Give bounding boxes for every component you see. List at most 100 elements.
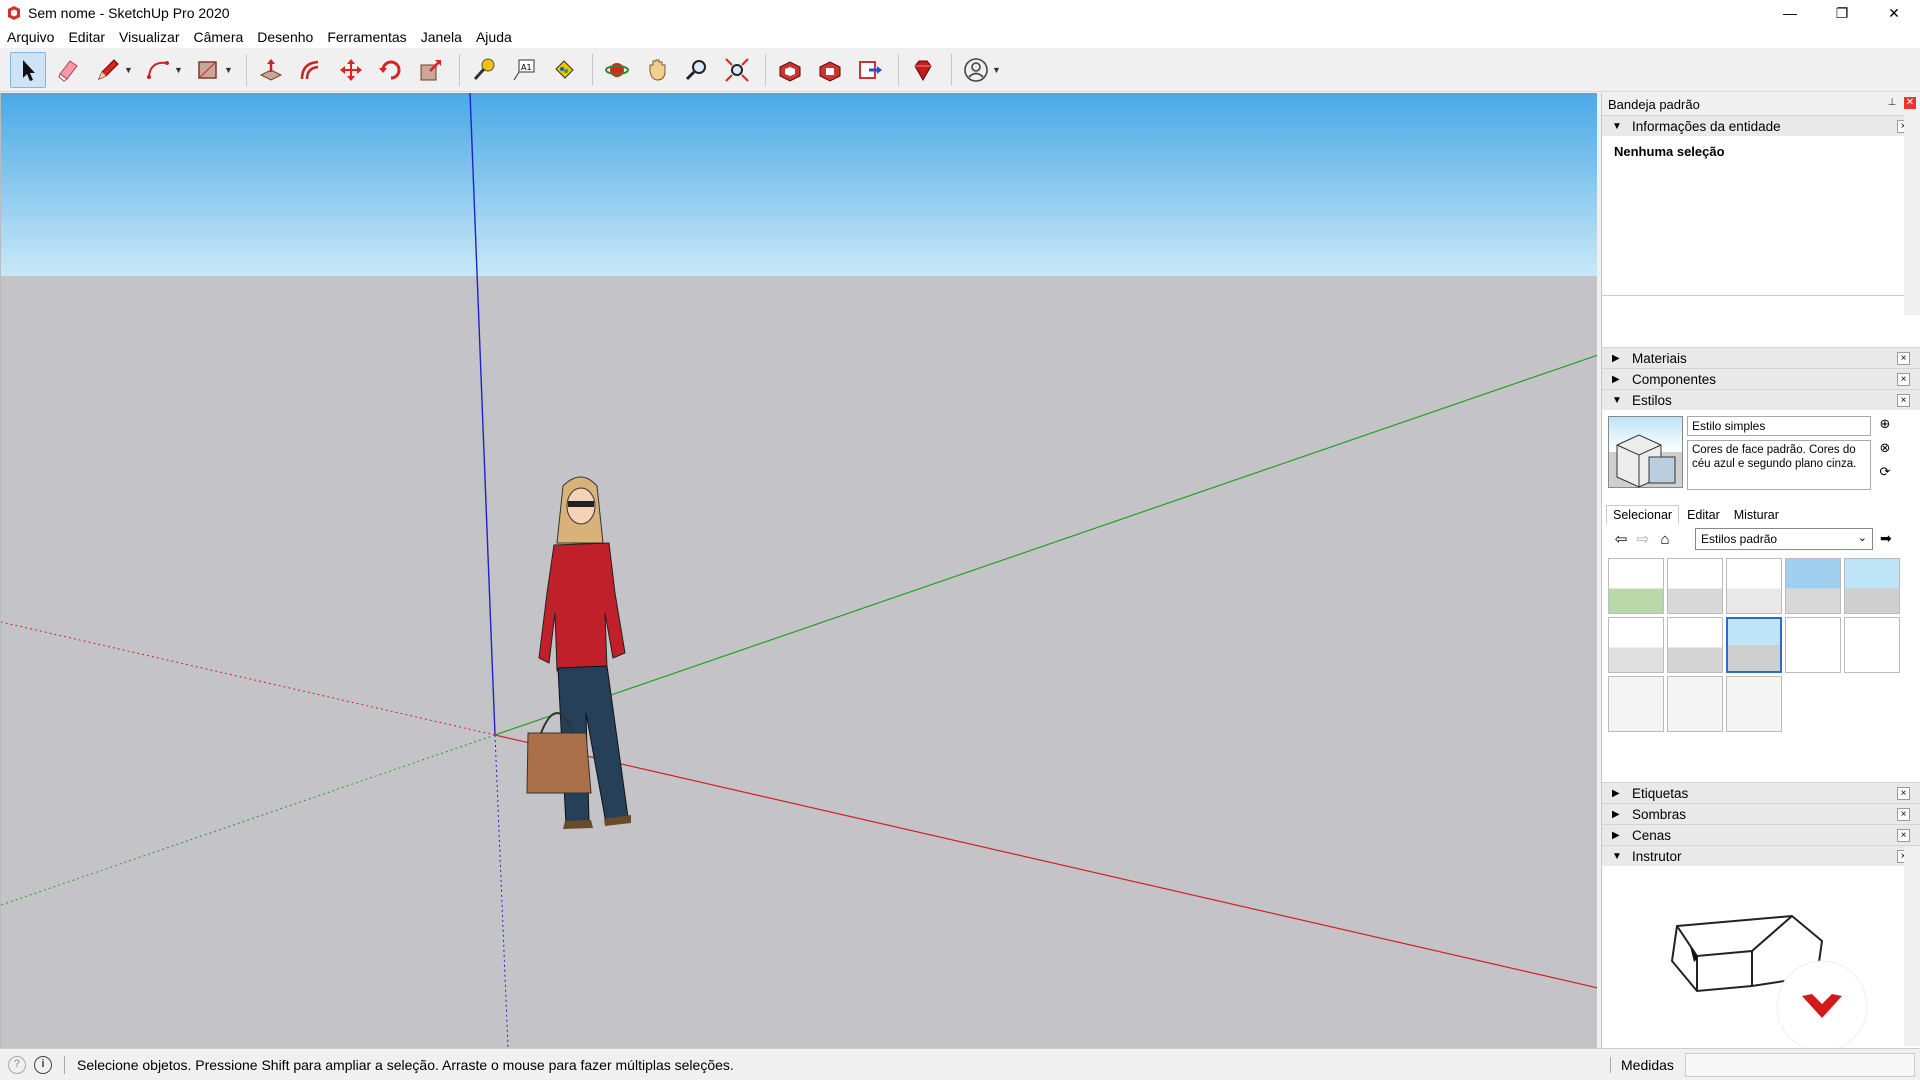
extension-warehouse-button[interactable] [812,52,848,88]
svg-text:A1: A1 [521,63,532,72]
menu-arquivo[interactable]: Arquivo [0,26,61,48]
close-button[interactable]: ✕ [1868,0,1920,26]
text-tool-button[interactable]: A1 [506,52,542,88]
style-thumbnail[interactable] [1608,558,1664,614]
rotate-tool-button[interactable] [373,52,409,88]
panel-close-icon[interactable]: × [1897,373,1910,386]
panel-close-icon[interactable]: × [1897,394,1910,407]
create-style-icon[interactable]: ⊕ [1876,416,1894,434]
panel-close-icon[interactable]: × [1897,787,1910,800]
shape-tool-button[interactable] [190,52,226,88]
instructor-info-icon[interactable]: i [34,1055,52,1074]
push-pull-icon [259,58,283,81]
menu-camera[interactable]: Câmera [186,26,250,48]
panel-materials-header[interactable]: ▶ Materiais × [1602,347,1920,368]
panel-close-icon[interactable]: × [1897,352,1910,365]
scale-tool-button[interactable] [413,52,449,88]
style-thumbnail[interactable] [1844,617,1900,673]
refresh-icon[interactable]: ⟳ [1876,464,1894,482]
restore-button[interactable]: ❐ [1816,0,1868,26]
forward-arrow-icon[interactable]: ⇨ [1632,530,1654,548]
user-account-button[interactable] [958,52,994,88]
home-icon[interactable]: ⌂ [1654,531,1676,548]
style-thumbnail[interactable] [1667,676,1723,732]
select-tool-button[interactable] [10,51,46,88]
panel-entity-info-header[interactable]: ▼ Informações da entidade × [1602,115,1920,136]
back-arrow-icon[interactable]: ⇦ [1610,530,1632,548]
minimize-button[interactable]: — [1764,0,1816,26]
menu-ajuda[interactable]: Ajuda [469,26,519,48]
style-thumbnail-selected[interactable] [1726,617,1782,673]
panel-title-label: Informações da entidade [1632,118,1781,134]
ground-background [1,276,1597,1048]
measurements-input[interactable] [1685,1053,1915,1077]
extension-manager-button[interactable] [905,52,941,88]
hand-icon [649,59,666,81]
geo-location-icon[interactable]: ? [8,1055,26,1074]
style-thumbnail[interactable] [1726,676,1782,732]
measurements-label: Medidas [1610,1057,1674,1073]
panel-components-header[interactable]: ▶ Componentes × [1602,368,1920,389]
orbit-tool-button[interactable] [599,52,635,88]
panel-shadows-header[interactable]: ▶ Sombras × [1602,803,1920,824]
tab-mix[interactable]: Misturar [1728,506,1785,524]
panel-styles-header[interactable]: ▼ Estilos × [1602,389,1920,410]
menu-desenho[interactable]: Desenho [250,26,320,48]
3d-warehouse-button[interactable] [772,52,808,88]
panel-tags-header[interactable]: ▶ Etiquetas × [1602,782,1920,803]
zoom-extents-tool-button[interactable] [719,52,755,88]
panel-scenes-header[interactable]: ▶ Cenas × [1602,824,1920,845]
paint-bucket-tool-button[interactable] [546,52,582,88]
arc-tool-dropdown-icon[interactable]: ▼ [174,65,184,75]
send-to-layout-button[interactable] [852,52,888,88]
viewport-canvas[interactable] [1,93,1597,1048]
toolbar-separator [592,53,593,86]
panel-close-icon[interactable]: × [1897,829,1910,842]
panel-title-label: Sombras [1632,806,1687,822]
panel-title-label: Componentes [1632,371,1717,387]
shape-tool-dropdown-icon[interactable]: ▼ [224,65,234,75]
style-library-select[interactable]: Estilos padrão ⌄ [1695,528,1873,550]
style-thumbnail[interactable] [1726,558,1782,614]
status-text: Selecione objetos. Pressione Shift para … [64,1055,734,1074]
pan-tool-button[interactable] [639,52,675,88]
push-pull-tool-button[interactable] [253,52,289,88]
style-thumbnail[interactable] [1785,558,1841,614]
menu-editar[interactable]: Editar [61,26,112,48]
tray-spacer [1602,296,1920,347]
style-thumbnail[interactable] [1608,617,1664,673]
offset-tool-button[interactable] [293,52,329,88]
style-thumbnail[interactable] [1844,558,1900,614]
panel-instructor-header[interactable]: ▼ Instrutor × [1602,845,1920,866]
line-tool-dropdown-icon[interactable]: ▼ [124,65,134,75]
3d-viewport[interactable] [0,93,1597,1048]
style-thumbnail[interactable] [1667,617,1723,673]
zoom-tool-button[interactable] [679,52,715,88]
text-label-icon: A1 [513,59,535,80]
panel-close-icon[interactable]: × [1897,808,1910,821]
tab-select[interactable]: Selecionar [1606,505,1680,524]
update-style-icon[interactable]: ⊗ [1876,440,1894,458]
menu-visualizar[interactable]: Visualizar [112,26,186,48]
entity-scrollbar[interactable] [1904,115,1920,315]
line-tool-button[interactable] [90,52,126,88]
style-description-field[interactable]: Cores de face padrão. Cores do céu azul … [1687,440,1871,490]
move-tool-button[interactable] [333,52,369,88]
style-name-field[interactable]: Estilo simples [1687,416,1871,436]
tape-measure-tool-button[interactable] [466,52,502,88]
menu-ferramentas[interactable]: Ferramentas [320,26,413,48]
styles-tabs: Selecionar Editar Misturar [1602,500,1920,524]
eraser-tool-button[interactable] [50,52,86,88]
pin-icon[interactable]: ⊥ [1886,97,1898,109]
style-thumbnail[interactable] [1785,617,1841,673]
details-arrow-icon[interactable]: ➡ [1880,530,1892,547]
user-account-dropdown-icon[interactable]: ▼ [992,65,1002,75]
tab-edit[interactable]: Editar [1681,506,1726,524]
instructor-scrollbar[interactable] [1904,846,1920,1046]
arc-tool-button[interactable] [140,52,176,88]
style-thumbnail[interactable] [1608,676,1664,732]
tray-close-icon[interactable]: ✕ [1904,97,1916,109]
style-thumbnail[interactable] [1667,558,1723,614]
menu-janela[interactable]: Janela [414,26,469,48]
zoom-extents-icon [725,57,749,82]
